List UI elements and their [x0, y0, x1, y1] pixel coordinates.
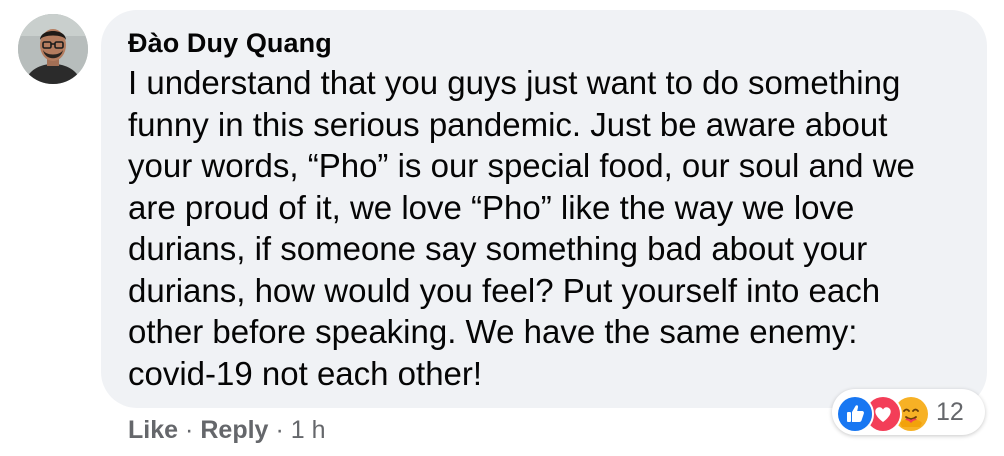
comment-text-line: other before speaking. We have the same … — [128, 313, 858, 350]
comment-actions: Like · Reply · 1 h — [128, 416, 326, 445]
like-button[interactable]: Like — [128, 416, 178, 444]
reactions-summary[interactable]: 12 — [832, 389, 985, 435]
comment-text-line: covid-19 not each other! — [128, 354, 483, 392]
like-icon — [836, 395, 874, 433]
reaction-count: 12 — [936, 398, 964, 426]
comment-container: Đào Duy Quang I understand that you guys… — [0, 0, 1004, 456]
profile-photo-icon — [18, 14, 88, 84]
timestamp[interactable]: 1 h — [291, 416, 326, 444]
comment-text-line: funny in this serious pandemic. Just be … — [128, 105, 888, 143]
comment-text: I understand that you guys just want to … — [128, 62, 968, 394]
reply-button[interactable]: Reply — [200, 416, 268, 444]
comment-text-line: are proud of it, we love “Pho” like the … — [128, 188, 855, 226]
comment-text-line: your words, “Pho” is our special food, o… — [128, 147, 915, 184]
separator: · — [275, 416, 284, 444]
comment-author[interactable]: Đào Duy Quang — [128, 28, 332, 59]
avatar[interactable] — [18, 14, 88, 84]
comment-text-line: durians, how would you feel? Put yoursel… — [128, 271, 881, 309]
comment-text-line: I understand that you guys just want to … — [128, 64, 901, 101]
comment-text-line: durians, if someone say something bad ab… — [128, 230, 868, 267]
separator: · — [185, 416, 194, 444]
